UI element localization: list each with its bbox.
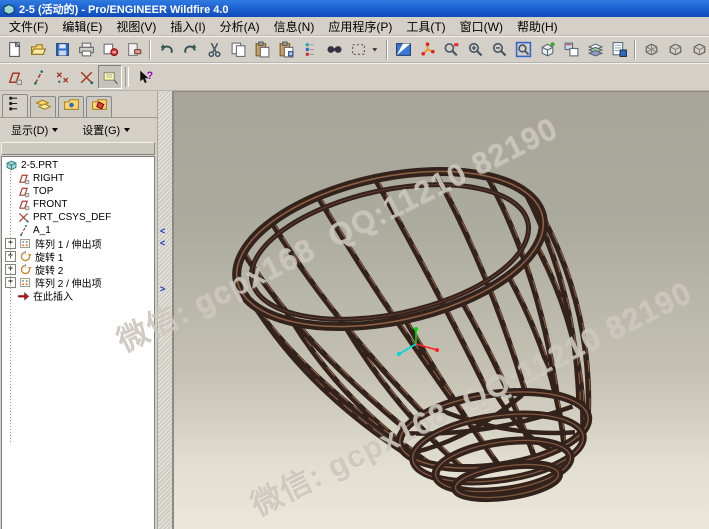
find-icon[interactable]: [322, 38, 346, 62]
view-manager-icon[interactable]: [607, 38, 631, 62]
folder-browser-icon: [63, 96, 80, 118]
favorites-tab[interactable]: [86, 96, 112, 117]
paste-icon[interactable]: [250, 38, 274, 62]
hidden-line-icon[interactable]: [663, 38, 687, 62]
regenerate-icon[interactable]: [298, 38, 322, 62]
saved-views-icon[interactable]: [559, 38, 583, 62]
tree-branch-lines: [10, 165, 11, 443]
insert-here-icon: [17, 289, 30, 302]
tree-column-header: [1, 142, 155, 155]
sash-expand-icon[interactable]: >: [160, 285, 165, 293]
menu-window[interactable]: 窗口(W): [453, 17, 510, 36]
settings-dropdown[interactable]: 设置(G): [73, 120, 139, 140]
reorient-view-icon[interactable]: [535, 38, 559, 62]
save-icon[interactable]: [50, 38, 74, 62]
model-tree-tab[interactable]: [2, 94, 28, 117]
graphics-area[interactable]: [173, 91, 709, 529]
redo-icon[interactable]: [178, 38, 202, 62]
paste-special-icon[interactable]: [274, 38, 298, 62]
menu-bar: 文件(F) 编辑(E) 视图(V) 插入(I) 分析(A) 信息(N) 应用程序…: [0, 17, 709, 36]
menu-info[interactable]: 信息(N): [267, 17, 322, 36]
open-icon[interactable]: [26, 38, 50, 62]
favorites-icon: [91, 96, 108, 118]
menu-file[interactable]: 文件(F): [2, 17, 55, 36]
chevron-down-icon: [124, 128, 130, 132]
sash-collapse-icon[interactable]: <: [160, 239, 165, 247]
refit-zoom-icon[interactable]: [511, 38, 535, 62]
layer-tree-icon: [35, 96, 52, 118]
folder-browser-tab[interactable]: [58, 96, 84, 117]
top-toolbar: [0, 36, 709, 63]
repaint-icon[interactable]: [391, 38, 415, 62]
print-icon[interactable]: [74, 38, 98, 62]
orient-icon[interactable]: [439, 38, 463, 62]
app-icon: [3, 3, 15, 15]
menu-view[interactable]: 视图(V): [109, 17, 163, 36]
display-dropdown-label: 显示(D): [11, 122, 48, 138]
cut-icon[interactable]: [202, 38, 226, 62]
select-caret-icon[interactable]: [370, 38, 383, 62]
title-bar[interactable]: 2-5 (活动的) - Pro/ENGINEER Wildfire 4.0: [0, 0, 709, 17]
toolbar-separator: [634, 40, 636, 60]
erase-icon[interactable]: [122, 38, 146, 62]
settings-dropdown-label: 设置(G): [82, 122, 120, 138]
spin-center-icon[interactable]: [415, 38, 439, 62]
model-tree-icon: [7, 95, 24, 117]
menu-tools[interactable]: 工具(T): [399, 17, 452, 36]
menu-analysis[interactable]: 分析(A): [213, 17, 267, 36]
datum-plane-icon[interactable]: [2, 65, 26, 89]
toolbar-separator: [125, 67, 129, 87]
menu-applications[interactable]: 应用程序(P): [321, 17, 399, 36]
select-box-icon[interactable]: [346, 38, 370, 62]
sash-collapse-icon[interactable]: <: [160, 227, 165, 235]
menu-edit[interactable]: 编辑(E): [55, 17, 109, 36]
model-tree[interactable]: 2-5.PRT RIGHT TOP FRONT PRT_CSYS_DEF A_1…: [1, 156, 155, 529]
navigator-panel: 显示(D) 设置(G) 2-5.PRT RIGHT TOP FRONT PRT_…: [0, 91, 157, 529]
zoom-in-icon[interactable]: [463, 38, 487, 62]
menu-insert[interactable]: 插入(I): [163, 17, 212, 36]
layer-tree-tab[interactable]: [30, 96, 56, 117]
datum-point-icon[interactable]: [50, 65, 74, 89]
context-help-icon[interactable]: ?: [132, 65, 156, 89]
undo-icon[interactable]: [154, 38, 178, 62]
proe-window: 2-5 (活动的) - Pro/ENGINEER Wildfire 4.0 文件…: [0, 0, 709, 529]
navigator-tabs: [0, 91, 157, 118]
tree-toolbar: 显示(D) 设置(G): [0, 118, 157, 140]
wireframe-icon[interactable]: [639, 38, 663, 62]
display-dropdown[interactable]: 显示(D): [2, 120, 67, 140]
navigator-sash[interactable]: < < >: [157, 91, 173, 529]
menu-help[interactable]: 帮助(H): [510, 17, 565, 36]
datum-axis-icon[interactable]: [26, 65, 50, 89]
toolbar-separator: [149, 40, 151, 60]
zoom-out-icon[interactable]: [487, 38, 511, 62]
toolbar-separator: [386, 40, 388, 60]
datum-csys-icon[interactable]: [74, 65, 98, 89]
chevron-down-icon: [52, 128, 58, 132]
annotation-icon[interactable]: [98, 65, 122, 89]
copy-icon[interactable]: [226, 38, 250, 62]
datum-toolbar: ?: [0, 63, 709, 91]
svg-text:?: ?: [146, 70, 152, 82]
new-icon[interactable]: [2, 38, 26, 62]
save-copy-icon[interactable]: [98, 38, 122, 62]
layers-icon[interactable]: [583, 38, 607, 62]
window-title: 2-5 (活动的) - Pro/ENGINEER Wildfire 4.0: [19, 1, 229, 17]
tree-item-insert-here[interactable]: 在此插入: [2, 289, 154, 302]
no-hidden-icon[interactable]: [687, 38, 709, 62]
